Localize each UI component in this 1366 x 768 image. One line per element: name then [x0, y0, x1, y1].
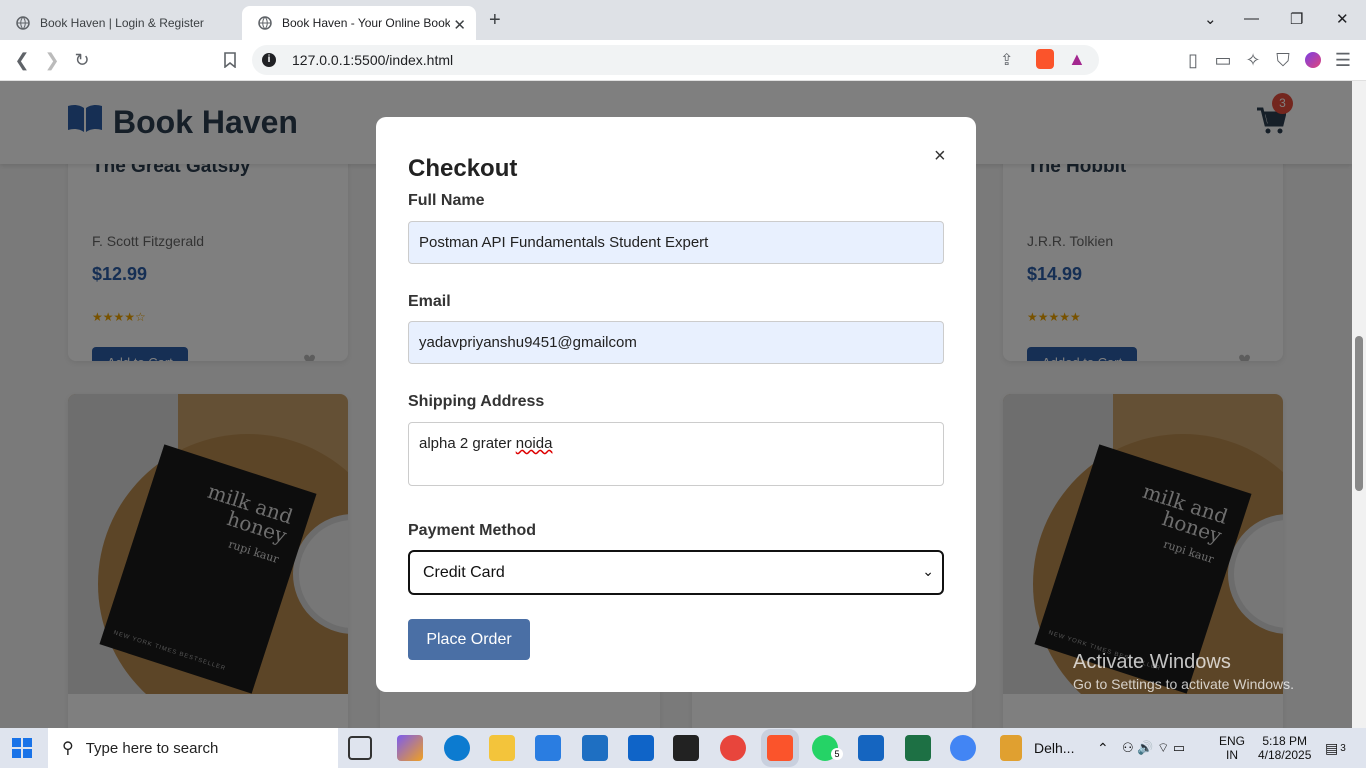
minimize-icon[interactable]: —: [1244, 10, 1259, 27]
page-scrollbar[interactable]: [1352, 81, 1366, 728]
taskbar-search-box[interactable]: ⚲ Type here to search: [48, 728, 338, 768]
forward-icon[interactable]: ❯: [40, 48, 64, 72]
place-order-button[interactable]: Place Order: [408, 619, 530, 660]
brave-shield-icon[interactable]: [1036, 49, 1054, 69]
reload-icon[interactable]: ↻: [70, 48, 94, 72]
bookmark-icon[interactable]: [218, 48, 242, 72]
windows-start-icon[interactable]: [12, 738, 32, 758]
share-icon[interactable]: ⇪: [1000, 50, 1013, 70]
ms-store-icon[interactable]: [535, 735, 561, 761]
close-window-icon[interactable]: ✕: [1336, 10, 1349, 28]
weather-icon[interactable]: [1000, 735, 1022, 761]
modal-title: Checkout: [408, 155, 518, 182]
remote-desktop-icon[interactable]: [858, 735, 884, 761]
tab-close-icon[interactable]: ✕: [453, 16, 466, 34]
activate-windows-watermark: Activate Windows Go to Settings to activ…: [1073, 651, 1294, 692]
email-label: Email: [408, 293, 451, 310]
address-bar: ❮ ❯ ↻ i 127.0.0.1:5500/index.html ⇪ ▲ ▯ …: [0, 40, 1366, 81]
chrome-profile-icon[interactable]: [950, 735, 976, 761]
search-icon: ⚲: [62, 740, 74, 757]
copilot-icon[interactable]: [397, 735, 423, 761]
payment-method-select[interactable]: Credit Card ⌄: [408, 550, 944, 595]
language-indicator[interactable]: ENG IN: [1219, 728, 1245, 768]
leo-ai-icon[interactable]: ✧: [1241, 48, 1265, 72]
notification-center-icon[interactable]: ▤ 3: [1325, 728, 1346, 768]
file-explorer-icon[interactable]: [489, 735, 515, 761]
back-icon[interactable]: ❮: [10, 48, 34, 72]
email-input[interactable]: yadavpriyanshu9451@gmailcom: [408, 321, 944, 364]
brave-icon[interactable]: [767, 735, 793, 761]
shipping-address-textarea[interactable]: alpha 2 grater noida: [408, 422, 944, 486]
full-name-label: Full Name: [408, 192, 485, 209]
chevron-down-icon: ⌄: [922, 563, 934, 579]
brave-rewards-icon[interactable]: ▲: [1068, 49, 1086, 70]
outlook-icon[interactable]: [628, 735, 654, 761]
browser-tab-bar: Book Haven | Login & Register Book Haven…: [0, 0, 1366, 40]
excel-icon[interactable]: [905, 735, 931, 761]
chrome-icon[interactable]: [720, 735, 746, 761]
payment-method-label: Payment Method: [408, 522, 537, 539]
weather-label[interactable]: Delh...: [1034, 728, 1074, 768]
windows-taskbar: ⚲ Type here to search 5 Delh... ⌃ ⚇ 🔊 ⌔ …: [0, 728, 1366, 768]
close-icon[interactable]: ×: [934, 145, 946, 168]
tab-search-icon[interactable]: ⌄: [1204, 10, 1217, 28]
tray-chevron-icon[interactable]: ⌃: [1097, 728, 1109, 768]
globe-icon: [258, 16, 272, 30]
edge-icon[interactable]: [444, 735, 470, 761]
globe-icon: [16, 16, 30, 30]
full-name-input[interactable]: Postman API Fundamentals Student Expert: [408, 221, 944, 264]
tab-login[interactable]: Book Haven | Login & Register: [0, 6, 240, 40]
tray-icons[interactable]: ⚇ 🔊 ⌔ ▭: [1122, 728, 1185, 768]
wallet-icon[interactable]: ▭: [1211, 48, 1235, 72]
url-field[interactable]: i 127.0.0.1:5500/index.html ⇪ ▲: [252, 45, 1099, 75]
restore-icon[interactable]: ❐: [1290, 10, 1303, 28]
menu-icon[interactable]: ☰: [1331, 48, 1355, 72]
site-info-icon[interactable]: i: [262, 53, 276, 67]
clock[interactable]: 5:18 PM 4/18/2025: [1258, 728, 1311, 768]
checkout-modal: Checkout × Full Name Postman API Fundame…: [376, 117, 976, 692]
task-view-icon[interactable]: [348, 736, 372, 760]
vpn-icon[interactable]: ⛉: [1271, 48, 1295, 72]
whatsapp-badge: 5: [831, 748, 843, 760]
profile-icon[interactable]: [1301, 48, 1325, 72]
sidebar-icon[interactable]: ▯: [1181, 48, 1205, 72]
terminal-icon[interactable]: [673, 735, 699, 761]
vscode-icon[interactable]: [582, 735, 608, 761]
new-tab-button[interactable]: +: [489, 9, 501, 32]
tab-book-haven[interactable]: Book Haven - Your Online Book ✕: [242, 6, 476, 40]
scrollbar-thumb[interactable]: [1355, 336, 1363, 491]
shipping-address-label: Shipping Address: [408, 393, 545, 410]
